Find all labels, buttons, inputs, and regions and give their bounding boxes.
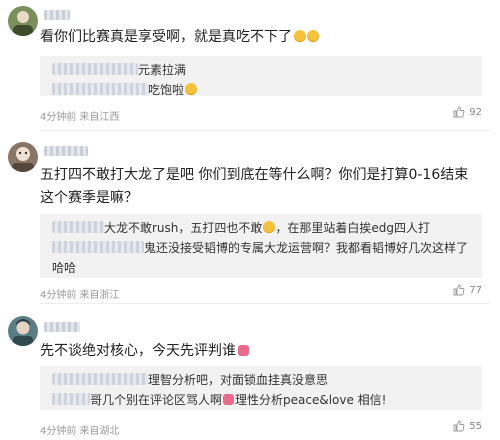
reply-line: 理智分析吧，对面锁血挂真没意思 [52,370,472,390]
masked-username [52,221,104,233]
masked-username [52,241,144,253]
comment-item: 先不谈绝对核心，今天先评判谁 理智分析吧，对面锁血挂真没意思 哥几个别在评论区骂… [0,310,500,440]
location: 来自湖北 [79,426,120,437]
masked-username [52,373,148,385]
smile-emoji-icon [185,83,198,95]
reply-line: 鬼还没接受韬博的专属大龙运营啊？我都看韬博好几次这样了哈哈 [52,241,469,275]
reply-preview[interactable]: 元素拉满 吃饱啦 [40,56,482,97]
comment-text: 先不谈绝对核心，今天先评判谁 [40,340,482,363]
avatar[interactable] [8,6,38,36]
divider [40,303,490,304]
bow-emoji-icon [238,345,249,356]
location: 来自浙江 [79,290,120,301]
smile-emoji-icon [307,30,319,42]
smile-emoji-icon [294,30,306,42]
reply-preview[interactable]: 大龙不敢rush，五打四也不敢 ，在那里站着白挨edg四人打 鬼还没接受韬博的专属… [40,214,482,278]
location: 来自江西 [79,112,120,123]
comment-item: 看你们比赛真是享受啊，就是真吃不下了 元素拉满 吃饱啦 4分钟前 来自江西 92 [0,0,500,125]
thumbs-up-icon [453,420,465,432]
masked-username [52,393,90,405]
like-button[interactable]: 55 [453,420,482,432]
comment-text: 五打四不敢打大龙了是吧 你们到底在等什么啊？你们是打算0-16结束这个赛季是嘛？ [40,167,469,206]
masked-username [52,83,148,95]
comment-item: 五打四不敢打大龙了是吧 你们到底在等什么啊？你们是打算0-16结束这个赛季是嘛？… [0,136,500,301]
username[interactable] [44,322,80,332]
thumbs-up-icon [453,106,465,118]
reply-line: 吃饱啦 [52,80,472,100]
thumbs-up-icon [453,284,465,296]
timestamp: 4分钟前 [40,290,77,301]
username[interactable] [44,10,70,20]
comment-meta: 4分钟前 来自江西 [40,108,119,123]
reply-line: 元素拉满 [52,60,472,80]
like-count: 92 [469,106,482,118]
reply-line: 哥几个别在评论区骂人啊 理性分析peace&love 相信! [52,390,472,410]
timestamp: 4分钟前 [40,112,77,123]
username[interactable] [44,146,88,156]
avatar[interactable] [8,142,38,172]
comment-meta: 4分钟前 来自湖北 [40,422,119,437]
like-button[interactable]: 77 [453,284,482,296]
like-count: 77 [469,284,482,296]
avatar[interactable] [8,316,38,346]
like-button[interactable]: 92 [453,106,482,118]
like-count: 55 [469,420,482,432]
comment-meta: 4分钟前 来自浙江 [40,286,119,301]
reply-line: 大龙不敢rush，五打四也不敢 ，在那里站着白挨edg四人打 [52,218,472,238]
masked-username [52,63,138,75]
smile-emoji-icon [263,221,276,233]
reply-preview[interactable]: 理智分析吧，对面锁血挂真没意思 哥几个别在评论区骂人啊 理性分析peace&lov… [40,366,482,410]
comment-text: 看你们比赛真是享受啊，就是真吃不下了 [40,26,482,49]
bow-emoji-icon [223,394,235,405]
divider [40,130,490,131]
timestamp: 4分钟前 [40,426,77,437]
